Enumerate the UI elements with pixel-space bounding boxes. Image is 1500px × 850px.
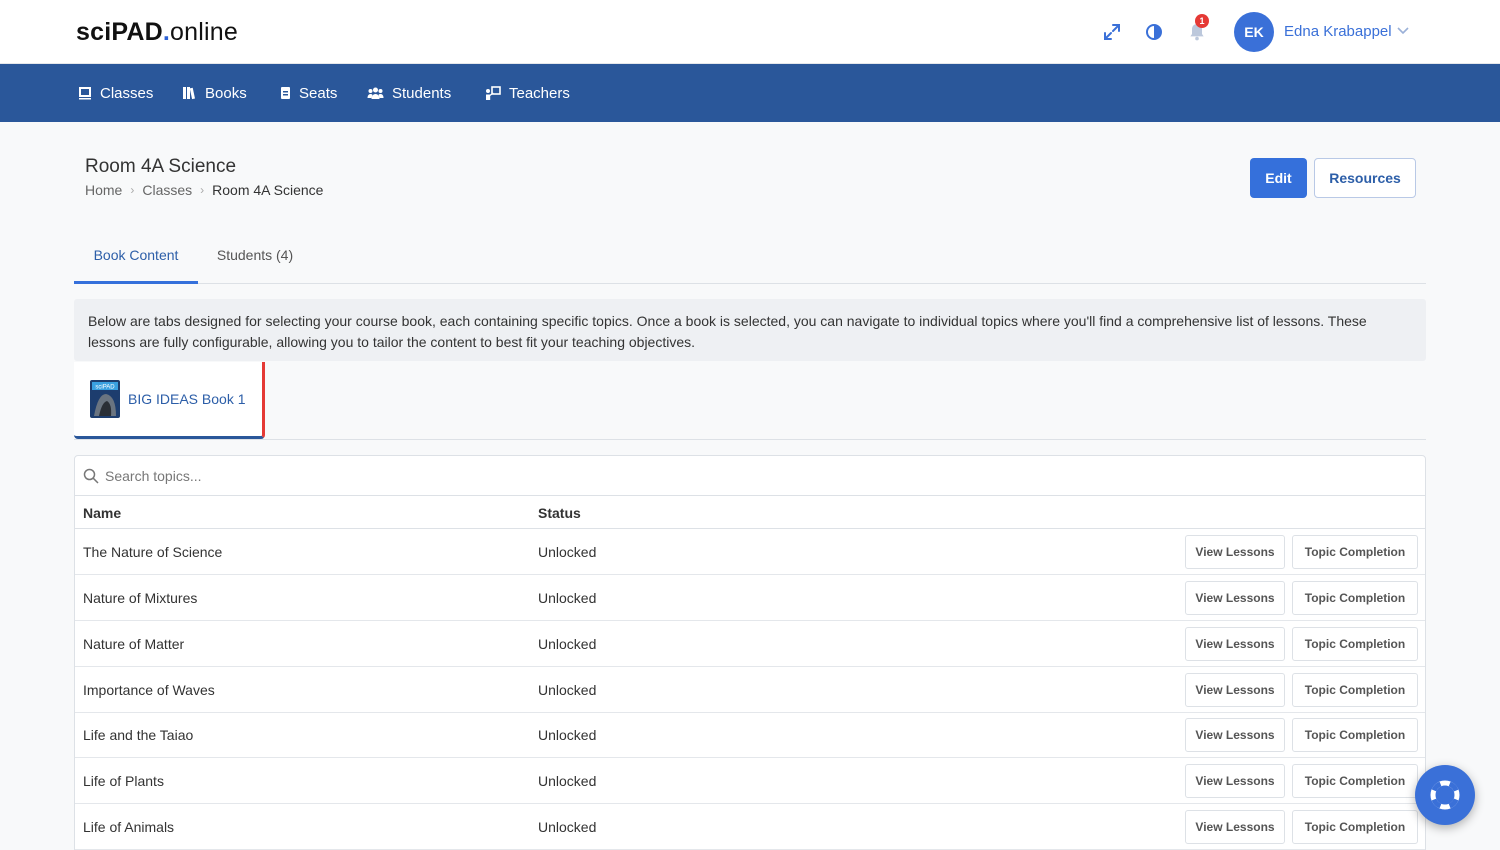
search-input[interactable] [105, 462, 1405, 490]
tab-label: Students (4) [216, 247, 294, 263]
search-icon [83, 468, 99, 484]
students-icon [367, 87, 384, 99]
book-cover-icon: sciPAD [90, 380, 120, 418]
table-row: Nature of Matter Unlocked View Lessons T… [75, 621, 1425, 667]
table-row: Life and the Taiao Unlocked View Lessons… [75, 712, 1425, 758]
view-lessons-button[interactable]: View Lessons [1185, 764, 1285, 798]
logo-text-rest: online [170, 18, 238, 46]
nav-item-teachers[interactable]: Teachers [485, 64, 570, 122]
nav-label: Books [205, 84, 247, 102]
lifebuoy-icon [1430, 780, 1460, 810]
view-lessons-button[interactable]: View Lessons [1185, 673, 1285, 707]
chevron-down-icon[interactable] [1396, 26, 1410, 36]
topic-status: Unlocked [538, 773, 597, 789]
view-lessons-button[interactable]: View Lessons [1185, 810, 1285, 844]
page-title: Room 4A Science [85, 156, 237, 177]
topic-name: The Nature of Science [83, 544, 223, 560]
table-row: Nature of Mixtures Unlocked View Lessons… [75, 575, 1425, 621]
book-tabs-divider [74, 439, 1426, 440]
column-header-status[interactable]: Status [538, 505, 581, 521]
view-lessons-button[interactable]: View Lessons [1185, 718, 1285, 752]
nav-item-books[interactable]: Books [182, 64, 247, 122]
table-row: The Nature of Science Unlocked View Less… [75, 529, 1425, 575]
book-tab-big-ideas-1[interactable]: sciPAD BIG IDEAS Book 1 [74, 362, 265, 439]
app-logo[interactable]: sciPAD.online [76, 18, 238, 47]
view-lessons-button[interactable]: View Lessons [1185, 627, 1285, 661]
teachers-icon [486, 85, 501, 100]
search-bar [75, 456, 1425, 496]
logo-dot: . [162, 18, 171, 46]
topics-table: Name Status The Nature of Science Unlock… [74, 455, 1426, 850]
column-header-name[interactable]: Name [83, 505, 121, 521]
nav-item-seats[interactable]: Seats [280, 64, 337, 122]
tab-students[interactable]: Students (4) [206, 244, 304, 284]
topic-completion-button[interactable]: Topic Completion [1292, 764, 1418, 798]
table-row: Life of Animals Unlocked View Lessons To… [75, 804, 1425, 850]
topic-name: Importance of Waves [83, 682, 215, 698]
fullscreen-icon[interactable] [1102, 22, 1122, 42]
classes-icon [79, 87, 91, 100]
view-lessons-button[interactable]: View Lessons [1185, 581, 1285, 615]
topic-status: Unlocked [538, 682, 597, 698]
user-avatar[interactable]: EK [1234, 12, 1274, 52]
books-icon [183, 87, 195, 100]
nav-label: Classes [100, 84, 154, 102]
breadcrumb-chevron-icon: › [130, 183, 135, 197]
help-lifebuoy-button[interactable] [1415, 765, 1475, 825]
top-header: sciPAD.online 1 EK Edna Krabappel [0, 0, 1500, 64]
breadcrumb-classes[interactable]: Classes [142, 182, 192, 198]
nav-label: Teachers [509, 84, 570, 102]
tab-book-content[interactable]: Book Content [74, 244, 198, 284]
tab-label: Book Content [93, 247, 179, 263]
view-lessons-button[interactable]: View Lessons [1185, 535, 1285, 569]
logo-text-bold: sciPAD [76, 18, 163, 46]
nav-label: Seats [299, 84, 338, 102]
topic-name: Life of Animals [83, 819, 175, 835]
info-notice: Below are tabs designed for selecting yo… [74, 299, 1426, 361]
nav-item-classes[interactable]: Classes [78, 64, 153, 122]
topic-name: Life of Plants [83, 773, 164, 789]
table-row: Life of Plants Unlocked View Lessons Top… [75, 758, 1425, 804]
topic-completion-button[interactable]: Topic Completion [1292, 718, 1418, 752]
user-name[interactable]: Edna Krabappel [1284, 23, 1392, 40]
topic-name: Nature of Mixtures [83, 590, 198, 606]
table-row: Importance of Waves Unlocked View Lesson… [75, 667, 1425, 713]
topic-status: Unlocked [538, 544, 597, 560]
notification-badge: 1 [1195, 14, 1209, 28]
resources-button[interactable]: Resources [1314, 158, 1416, 198]
topic-name: Nature of Matter [83, 636, 185, 652]
table-header: Name Status [75, 496, 1425, 529]
topic-status: Unlocked [538, 727, 597, 743]
topic-name: Life and the Taiao [83, 727, 194, 743]
topic-completion-button[interactable]: Topic Completion [1292, 810, 1418, 844]
topic-completion-button[interactable]: Topic Completion [1292, 673, 1418, 707]
nav-label: Students [392, 84, 452, 102]
main-nav: Classes Books Seats Students Teachers [0, 64, 1500, 122]
topic-completion-button[interactable]: Topic Completion [1292, 535, 1418, 569]
breadcrumb-chevron-icon: › [200, 183, 205, 197]
nav-item-students[interactable]: Students [367, 64, 451, 122]
svg-text:sciPAD: sciPAD [95, 385, 115, 391]
breadcrumb-home[interactable]: Home [85, 182, 122, 198]
breadcrumb: Home › Classes › Room 4A Science [85, 182, 323, 198]
edit-button[interactable]: Edit [1250, 158, 1307, 198]
topic-completion-button[interactable]: Topic Completion [1292, 627, 1418, 661]
topic-status: Unlocked [538, 590, 597, 606]
breadcrumb-current: Room 4A Science [212, 182, 324, 198]
topic-status: Unlocked [538, 636, 597, 652]
seats-icon [281, 87, 290, 99]
book-label: BIG IDEAS Book 1 [128, 391, 246, 407]
contrast-icon[interactable] [1144, 22, 1164, 42]
topic-completion-button[interactable]: Topic Completion [1292, 581, 1418, 615]
topic-status: Unlocked [538, 819, 597, 835]
